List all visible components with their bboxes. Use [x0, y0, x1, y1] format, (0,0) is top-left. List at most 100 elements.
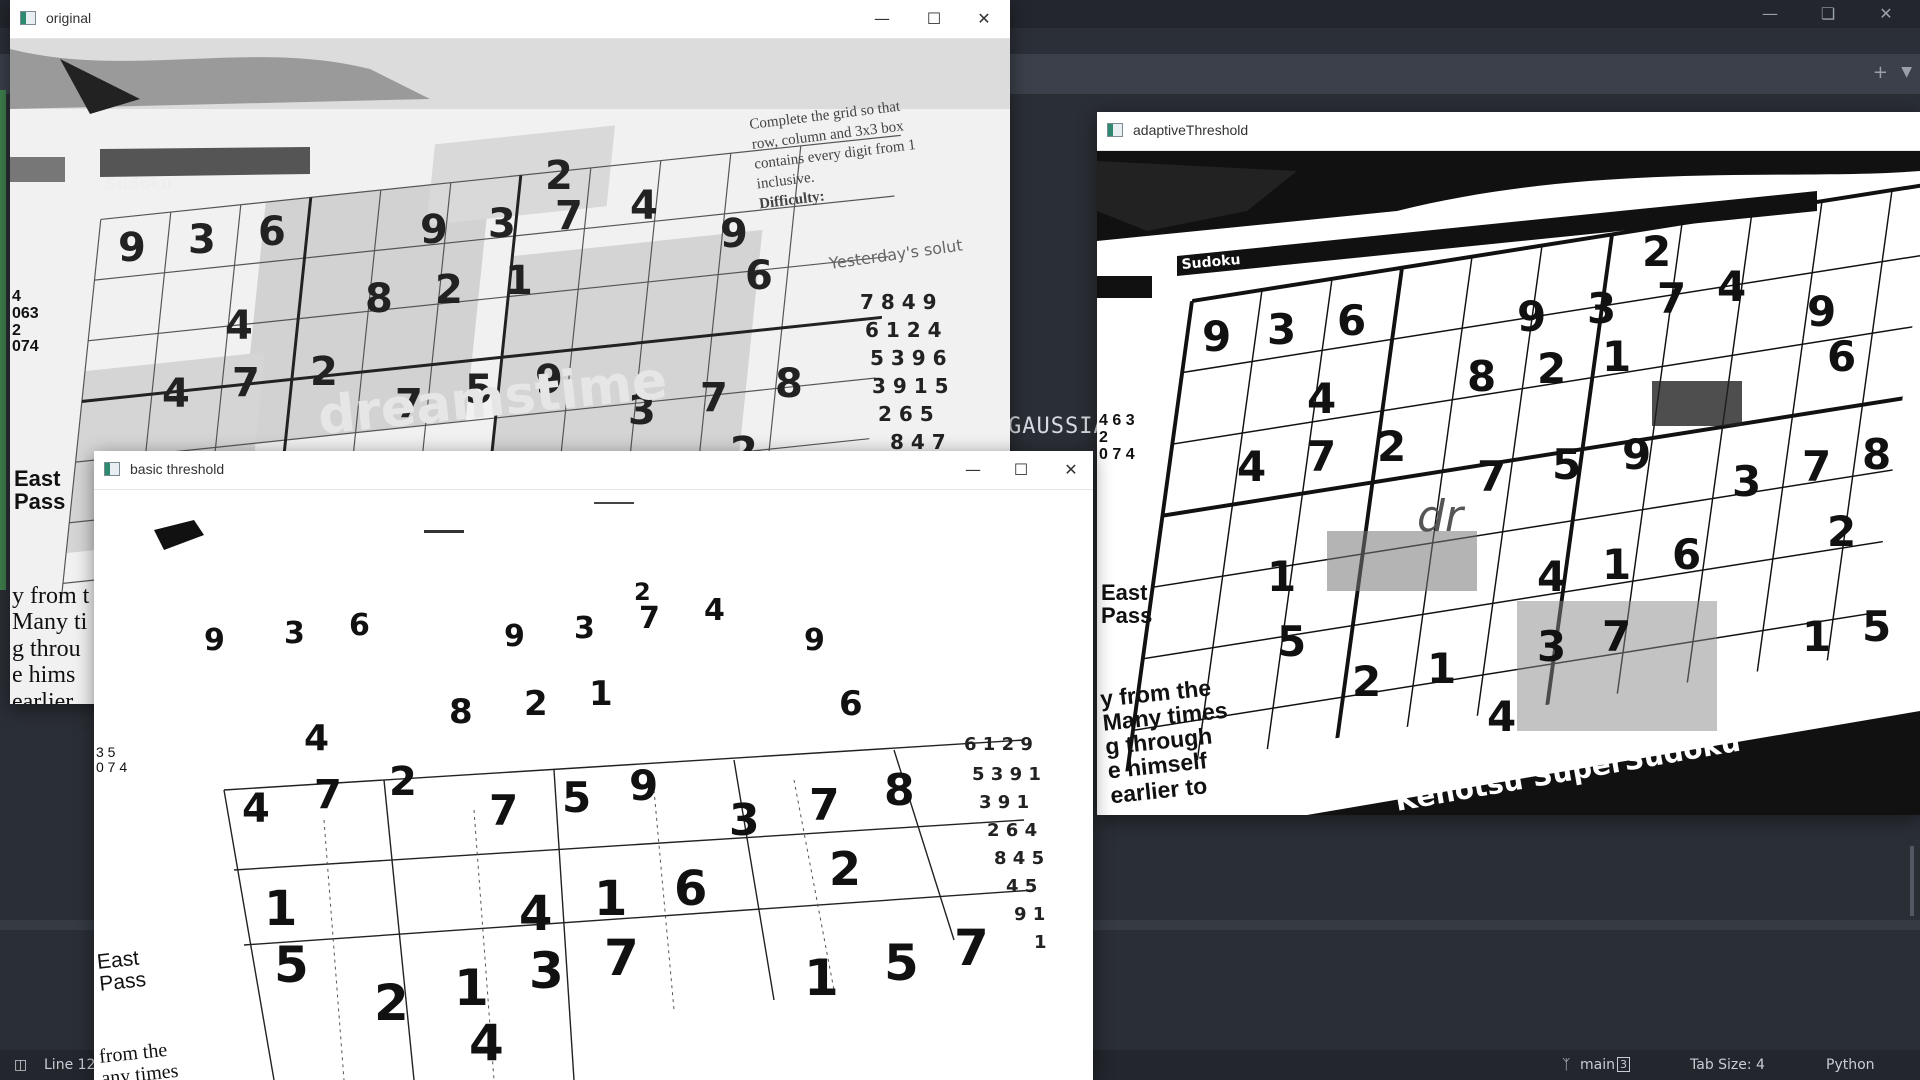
new-tab-icon[interactable]: +: [1873, 62, 1888, 83]
svg-text:7: 7: [232, 360, 260, 406]
svg-text:3: 3: [284, 616, 305, 651]
svg-text:4: 4: [519, 886, 552, 942]
difficulty-label: Difficulty:: [758, 188, 825, 212]
svg-text:8: 8: [884, 765, 915, 816]
minimize-icon[interactable]: —: [951, 455, 995, 485]
window-adaptive-threshold[interactable]: adaptiveThreshold 936 937492 8 2 1 6 4 4…: [1097, 112, 1920, 815]
code-text[interactable]: GAUSSIA: [1008, 414, 1108, 439]
solution-row: 2 6 5: [878, 402, 934, 426]
solution-row: 4 5: [1006, 876, 1037, 897]
svg-text:5: 5: [562, 773, 591, 822]
svg-text:2: 2: [1537, 344, 1566, 393]
svg-text:8: 8: [449, 692, 473, 732]
svg-text:5: 5: [274, 936, 309, 994]
svg-text:4: 4: [242, 786, 270, 832]
window-title: original: [46, 10, 92, 26]
instruction-line: inclusive.: [756, 170, 815, 193]
scrollbar[interactable]: [1910, 846, 1914, 916]
svg-text:9: 9: [629, 761, 658, 810]
svg-text:1: 1: [589, 674, 613, 714]
svg-text:9: 9: [804, 623, 825, 658]
close-icon[interactable]: ✕: [1049, 455, 1093, 485]
close-icon[interactable]: ✕: [1866, 4, 1906, 23]
branch-count: 3: [1617, 1057, 1630, 1072]
side-numbers: 3 5 0 7 4: [96, 744, 128, 775]
image-adaptive-threshold: 936 937492 8216 4 472 759 378 2 1416 521…: [1097, 151, 1920, 815]
east-pass-label: East Pass: [95, 946, 148, 996]
svg-text:1: 1: [1267, 552, 1296, 601]
tab-menu-icon[interactable]: ▼: [1901, 64, 1912, 80]
tab-size[interactable]: Tab Size: 4: [1690, 1057, 1765, 1073]
svg-text:7: 7: [809, 780, 840, 831]
svg-text:8: 8: [775, 361, 803, 407]
watermark: dr: [1417, 491, 1466, 542]
restore-icon[interactable]: ❏: [1808, 4, 1848, 23]
svg-text:4: 4: [304, 718, 329, 759]
svg-text:1: 1: [1427, 644, 1456, 693]
svg-text:2: 2: [1352, 657, 1381, 706]
svg-text:7: 7: [555, 193, 583, 239]
minimize-icon[interactable]: —: [860, 4, 904, 34]
branch-icon: ᛉ: [1562, 1057, 1571, 1073]
svg-text:9: 9: [118, 225, 146, 271]
cursor-position[interactable]: Line 12,: [44, 1057, 100, 1073]
svg-text:6: 6: [258, 209, 286, 255]
svg-text:4: 4: [630, 183, 658, 229]
close-icon[interactable]: ✕: [962, 4, 1006, 34]
svg-text:4: 4: [1307, 374, 1336, 423]
svg-text:2: 2: [634, 578, 651, 606]
minimize-icon[interactable]: —: [1750, 4, 1790, 23]
svg-text:7: 7: [700, 375, 728, 421]
maximize-icon[interactable]: ☐: [999, 455, 1043, 485]
panel-toggle-icon[interactable]: ◫: [14, 1057, 27, 1073]
svg-text:4: 4: [225, 303, 253, 349]
language-mode[interactable]: Python: [1826, 1057, 1875, 1073]
window-titlebar[interactable]: adaptiveThreshold: [1097, 112, 1920, 151]
svg-text:1: 1: [804, 949, 839, 1007]
window-titlebar[interactable]: original — ☐ ✕: [10, 0, 1010, 39]
svg-text:5: 5: [1862, 602, 1891, 651]
svg-text:4: 4: [704, 593, 725, 628]
branch-name[interactable]: main: [1580, 1057, 1615, 1073]
svg-text:9: 9: [1202, 312, 1231, 361]
svg-text:8: 8: [365, 276, 393, 322]
solution-row: 3 9 1 5: [872, 374, 949, 398]
article-text: y from t Many ti g throu e hims earlier: [12, 583, 90, 704]
svg-text:7: 7: [1477, 452, 1506, 501]
svg-text:7: 7: [604, 929, 639, 987]
sudoku-header: Sudoku: [105, 174, 172, 193]
solution-row: 1: [1034, 932, 1047, 953]
svg-text:1: 1: [1602, 332, 1631, 381]
svg-text:5: 5: [1277, 617, 1306, 666]
svg-text:7: 7: [1602, 612, 1631, 661]
article-text: from the any times: [98, 1038, 180, 1080]
svg-text:5: 5: [1552, 440, 1581, 489]
svg-text:2: 2: [524, 684, 548, 724]
svg-text:2: 2: [374, 974, 409, 1032]
svg-text:2: 2: [1377, 422, 1406, 471]
svg-text:1: 1: [1802, 612, 1831, 661]
svg-text:8: 8: [1862, 430, 1891, 479]
window-title: basic threshold: [130, 461, 225, 477]
svg-text:2: 2: [389, 759, 417, 805]
svg-text:8: 8: [1467, 352, 1496, 401]
svg-text:3: 3: [529, 942, 564, 1000]
svg-text:3: 3: [1537, 622, 1566, 671]
svg-text:9: 9: [504, 619, 525, 654]
svg-text:2: 2: [545, 153, 573, 199]
svg-text:4: 4: [1487, 692, 1516, 741]
app-icon: [104, 462, 120, 476]
svg-text:6: 6: [745, 253, 773, 299]
svg-text:9: 9: [420, 207, 448, 253]
maximize-icon[interactable]: ☐: [912, 4, 956, 34]
window-basic-threshold[interactable]: basic threshold — ☐ ✕ 936 937492 8216 4: [94, 451, 1093, 1080]
svg-text:5: 5: [884, 934, 919, 992]
window-titlebar[interactable]: basic threshold — ☐ ✕: [94, 451, 1093, 490]
svg-text:1: 1: [594, 871, 627, 927]
gutter-accent: [0, 90, 6, 590]
solution-row: 8 4 5: [994, 848, 1044, 869]
svg-text:1: 1: [264, 881, 297, 937]
svg-text:4: 4: [1537, 552, 1566, 601]
svg-text:9: 9: [720, 211, 748, 257]
yesterday-label: Yesterday's solut: [827, 235, 964, 273]
